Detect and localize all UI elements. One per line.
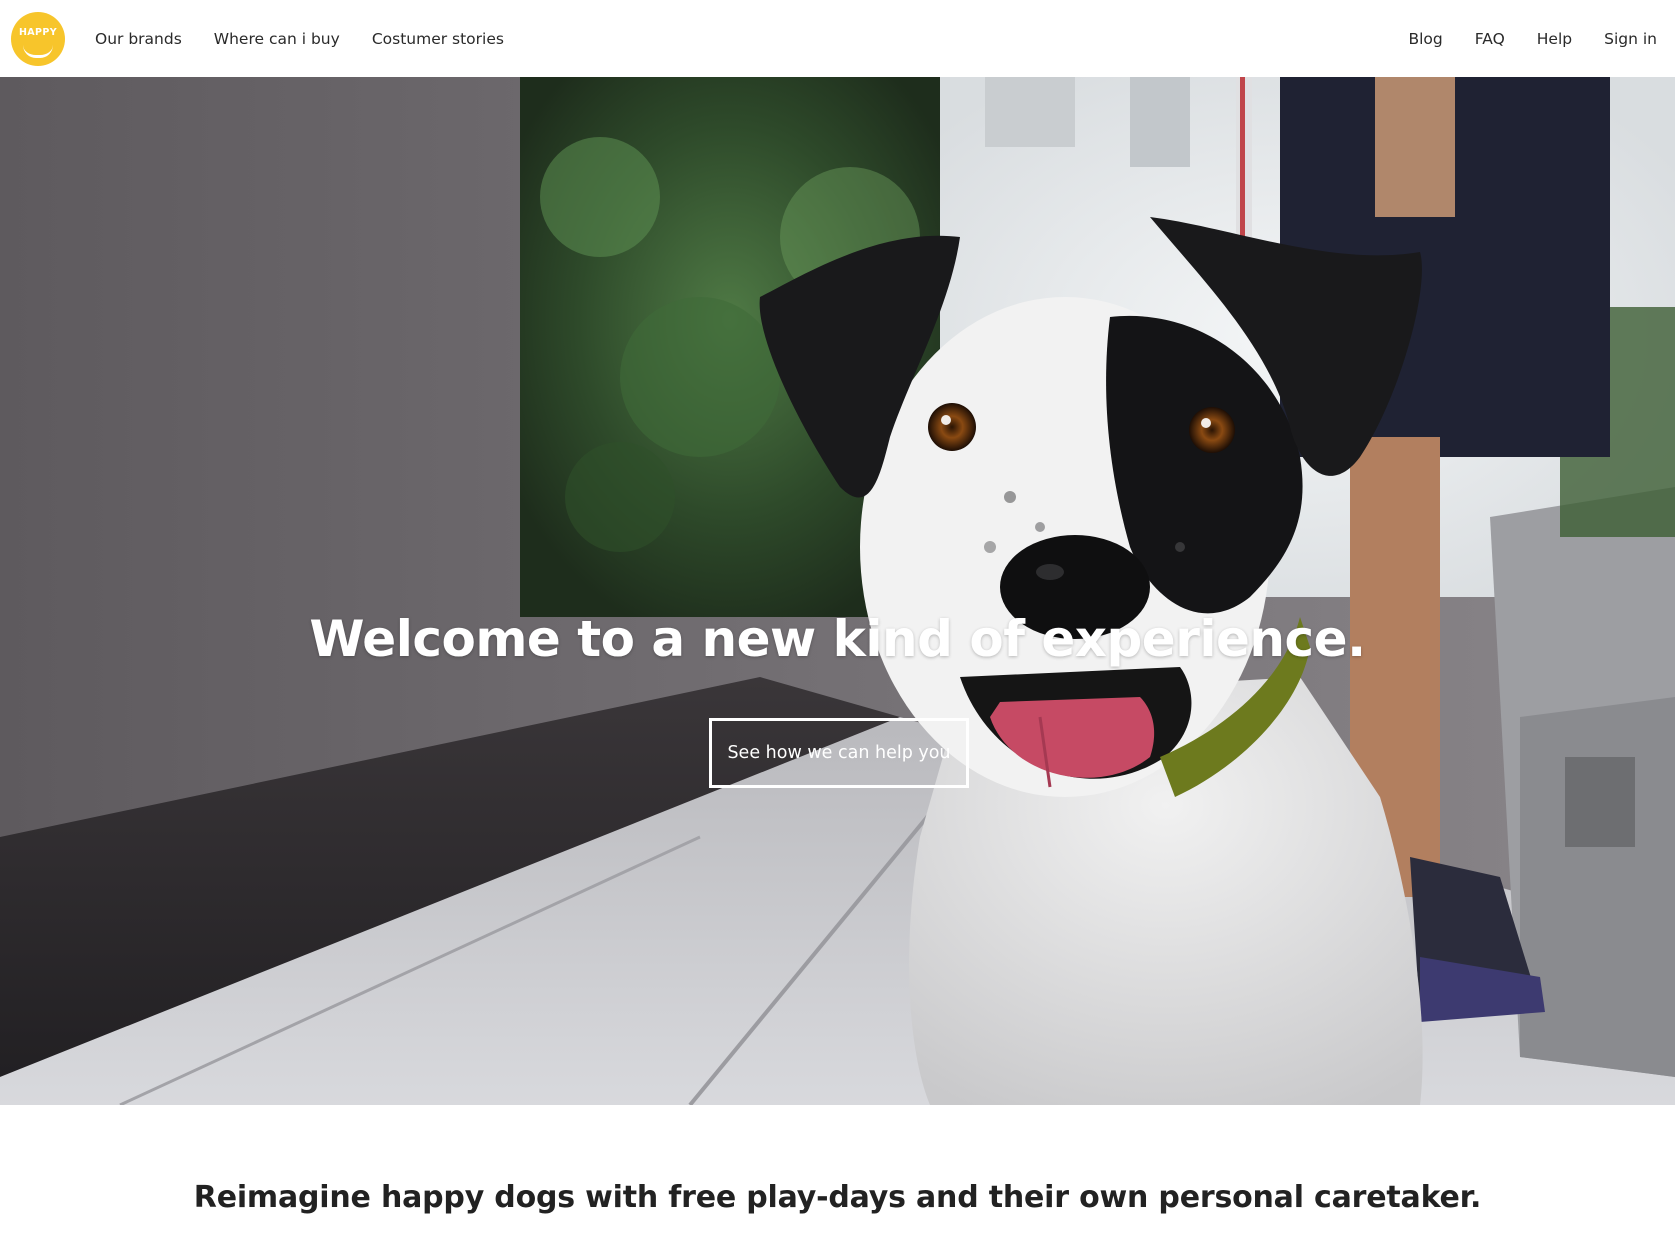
nav-link-our-brands[interactable]: Our brands [95,30,182,48]
see-how-we-can-help-button[interactable]: See how we can help you [709,718,969,788]
nav-link-blog[interactable]: Blog [1408,30,1442,48]
logo-text: HAPPY [18,26,58,38]
nav-link-sign-in[interactable]: Sign in [1604,30,1657,48]
secondary-nav: Blog FAQ Help Sign in [1376,30,1657,48]
smile-icon [23,45,53,58]
hero-section: Welcome to a new kind of experience. See… [0,77,1675,1105]
happy-logo[interactable]: HAPPY [11,11,65,66]
nav-link-where-can-i-buy[interactable]: Where can i buy [214,30,340,48]
nav-link-costumer-stories[interactable]: Costumer stories [372,30,504,48]
nav-link-faq[interactable]: FAQ [1475,30,1505,48]
nav-link-help[interactable]: Help [1537,30,1572,48]
hero-dog-photo [0,77,1675,1105]
tagline-heading: Reimagine happy dogs with free play-days… [193,1180,1482,1215]
hero-title: Welcome to a new kind of experience. [309,610,1366,668]
primary-nav: Our brands Where can i buy Costumer stor… [95,30,536,48]
top-navbar: HAPPY Our brands Where can i buy Costume… [0,0,1675,77]
